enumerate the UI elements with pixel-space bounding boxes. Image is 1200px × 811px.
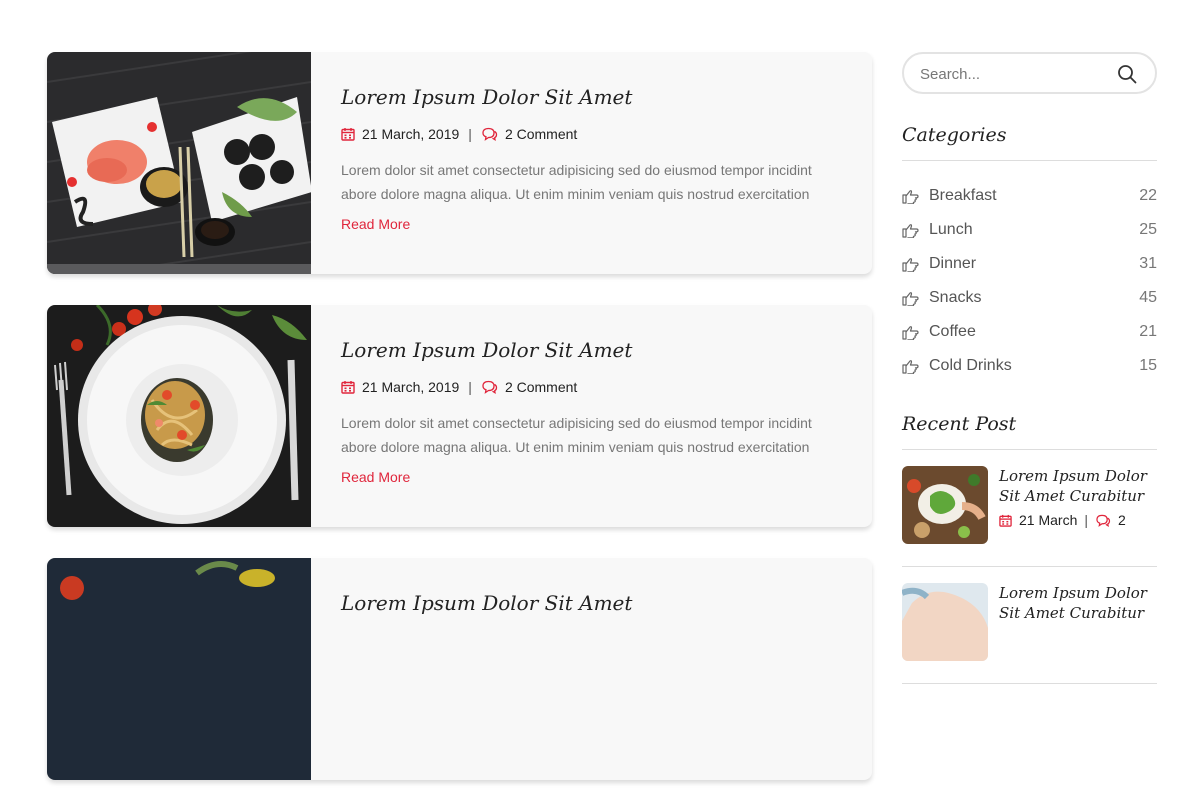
hand-pointer-icon <box>902 223 919 238</box>
recent-post-heading[interactable]: Lorem Ipsum Dolor Sit Amet Curabitur <box>999 466 1157 506</box>
post-excerpt: Lorem dolor sit amet consectetur adipisi… <box>341 162 812 202</box>
category-count: 15 <box>1139 357 1157 374</box>
category-count: 25 <box>1139 221 1157 238</box>
hand-pointer-icon <box>902 291 919 306</box>
category-label: Coffee <box>929 323 976 340</box>
category-label: Dinner <box>929 255 977 272</box>
recent-post-text: Lorem Ipsum Dolor Sit Amet Curabitur <box>999 583 1157 623</box>
category-count: 31 <box>1139 255 1157 272</box>
post-meta: 21 March, 2019 | 2 Comment <box>341 377 832 397</box>
post-body: Lorem Ipsum Dolor Sit Amet 21 March, 201… <box>341 337 832 487</box>
category-item[interactable]: Coffee 21 <box>902 315 1157 349</box>
post-image[interactable] <box>47 558 311 780</box>
post-comments[interactable]: 2 Comment <box>505 379 577 395</box>
read-more-link[interactable]: Read More <box>341 469 410 485</box>
post-image[interactable] <box>47 52 311 274</box>
recent-post-text: Lorem Ipsum Dolor Sit Amet Curabitur 21 … <box>999 466 1157 528</box>
recent-post-item: Lorem Ipsum Dolor Sit Amet Curabitur <box>902 583 1157 684</box>
read-more-link[interactable]: Read More <box>341 216 410 232</box>
recent-post-comments: 2 <box>1118 512 1126 528</box>
meta-separator: | <box>468 126 472 142</box>
sushi-plates-image <box>47 52 311 274</box>
category-item[interactable]: Dinner 31 <box>902 247 1157 281</box>
recent-post-thumbnail[interactable] <box>902 466 988 544</box>
category-item[interactable]: Breakfast 22 <box>902 179 1157 213</box>
category-list: Breakfast 22 Lunch 25 Dinner 31 Snacks 4… <box>902 179 1157 383</box>
hand-pointer-icon <box>902 189 919 204</box>
dark-table-image <box>47 558 311 780</box>
post-card: Lorem Ipsum Dolor Sit Amet 21 March, 201… <box>47 305 872 527</box>
category-label: Breakfast <box>929 187 997 204</box>
post-title[interactable]: Lorem Ipsum Dolor Sit Amet <box>341 84 832 110</box>
pasta-plate-image <box>47 305 311 527</box>
category-item[interactable]: Snacks 45 <box>902 281 1157 315</box>
post-date: 21 March, 2019 <box>362 379 460 395</box>
post-comments[interactable]: 2 Comment <box>505 126 577 142</box>
category-label: Snacks <box>929 289 982 306</box>
recent-post-heading[interactable]: Lorem Ipsum Dolor Sit Amet Curabitur <box>999 583 1157 623</box>
calendar-icon <box>999 514 1012 527</box>
categories-title: Categories <box>902 124 1157 161</box>
hands-cooking-image <box>902 583 988 661</box>
calendar-icon <box>341 381 355 394</box>
salad-prep-image <box>902 466 988 544</box>
search-input[interactable] <box>918 54 1112 94</box>
comments-icon <box>482 380 498 394</box>
search-icon[interactable] <box>1117 64 1137 84</box>
post-date: 21 March, 2019 <box>362 126 460 142</box>
recent-post-list: Lorem Ipsum Dolor Sit Amet Curabitur 21 … <box>902 466 1157 684</box>
post-title[interactable]: Lorem Ipsum Dolor Sit Amet <box>341 337 832 363</box>
meta-separator: | <box>1084 512 1088 528</box>
search-box <box>902 52 1157 94</box>
post-excerpt: Lorem dolor sit amet consectetur adipisi… <box>341 415 812 455</box>
post-list: Lorem Ipsum Dolor Sit Amet 21 March, 201… <box>47 52 872 811</box>
category-label: Cold Drinks <box>929 357 1012 374</box>
category-item[interactable]: Lunch 25 <box>902 213 1157 247</box>
recent-post-date: 21 March <box>1019 512 1078 528</box>
hand-pointer-icon <box>902 325 919 340</box>
post-image[interactable] <box>47 305 311 527</box>
recent-post-title: Recent Post <box>902 413 1157 450</box>
recent-post-thumbnail[interactable] <box>902 583 988 661</box>
post-body: Lorem Ipsum Dolor Sit Amet 21 March, 201… <box>341 84 832 234</box>
calendar-icon <box>341 128 355 141</box>
post-title[interactable]: Lorem Ipsum Dolor Sit Amet <box>341 590 832 616</box>
category-count: 22 <box>1139 187 1157 204</box>
post-body: Lorem Ipsum Dolor Sit Amet <box>341 590 832 630</box>
post-card: Lorem Ipsum Dolor Sit Amet <box>47 558 872 780</box>
recent-post-meta: 21 March | 2 <box>999 512 1157 528</box>
category-count: 45 <box>1139 289 1157 306</box>
recent-post-item: Lorem Ipsum Dolor Sit Amet Curabitur 21 … <box>902 466 1157 567</box>
sidebar: Categories Breakfast 22 Lunch 25 Dinner … <box>902 52 1157 700</box>
post-card: Lorem Ipsum Dolor Sit Amet 21 March, 201… <box>47 52 872 274</box>
comments-icon <box>1096 514 1111 527</box>
comments-icon <box>482 127 498 141</box>
category-item[interactable]: Cold Drinks 15 <box>902 349 1157 383</box>
category-label: Lunch <box>929 221 973 238</box>
category-count: 21 <box>1139 323 1157 340</box>
post-meta: 21 March, 2019 | 2 Comment <box>341 124 832 144</box>
meta-separator: | <box>468 379 472 395</box>
hand-pointer-icon <box>902 257 919 272</box>
hand-pointer-icon <box>902 359 919 374</box>
